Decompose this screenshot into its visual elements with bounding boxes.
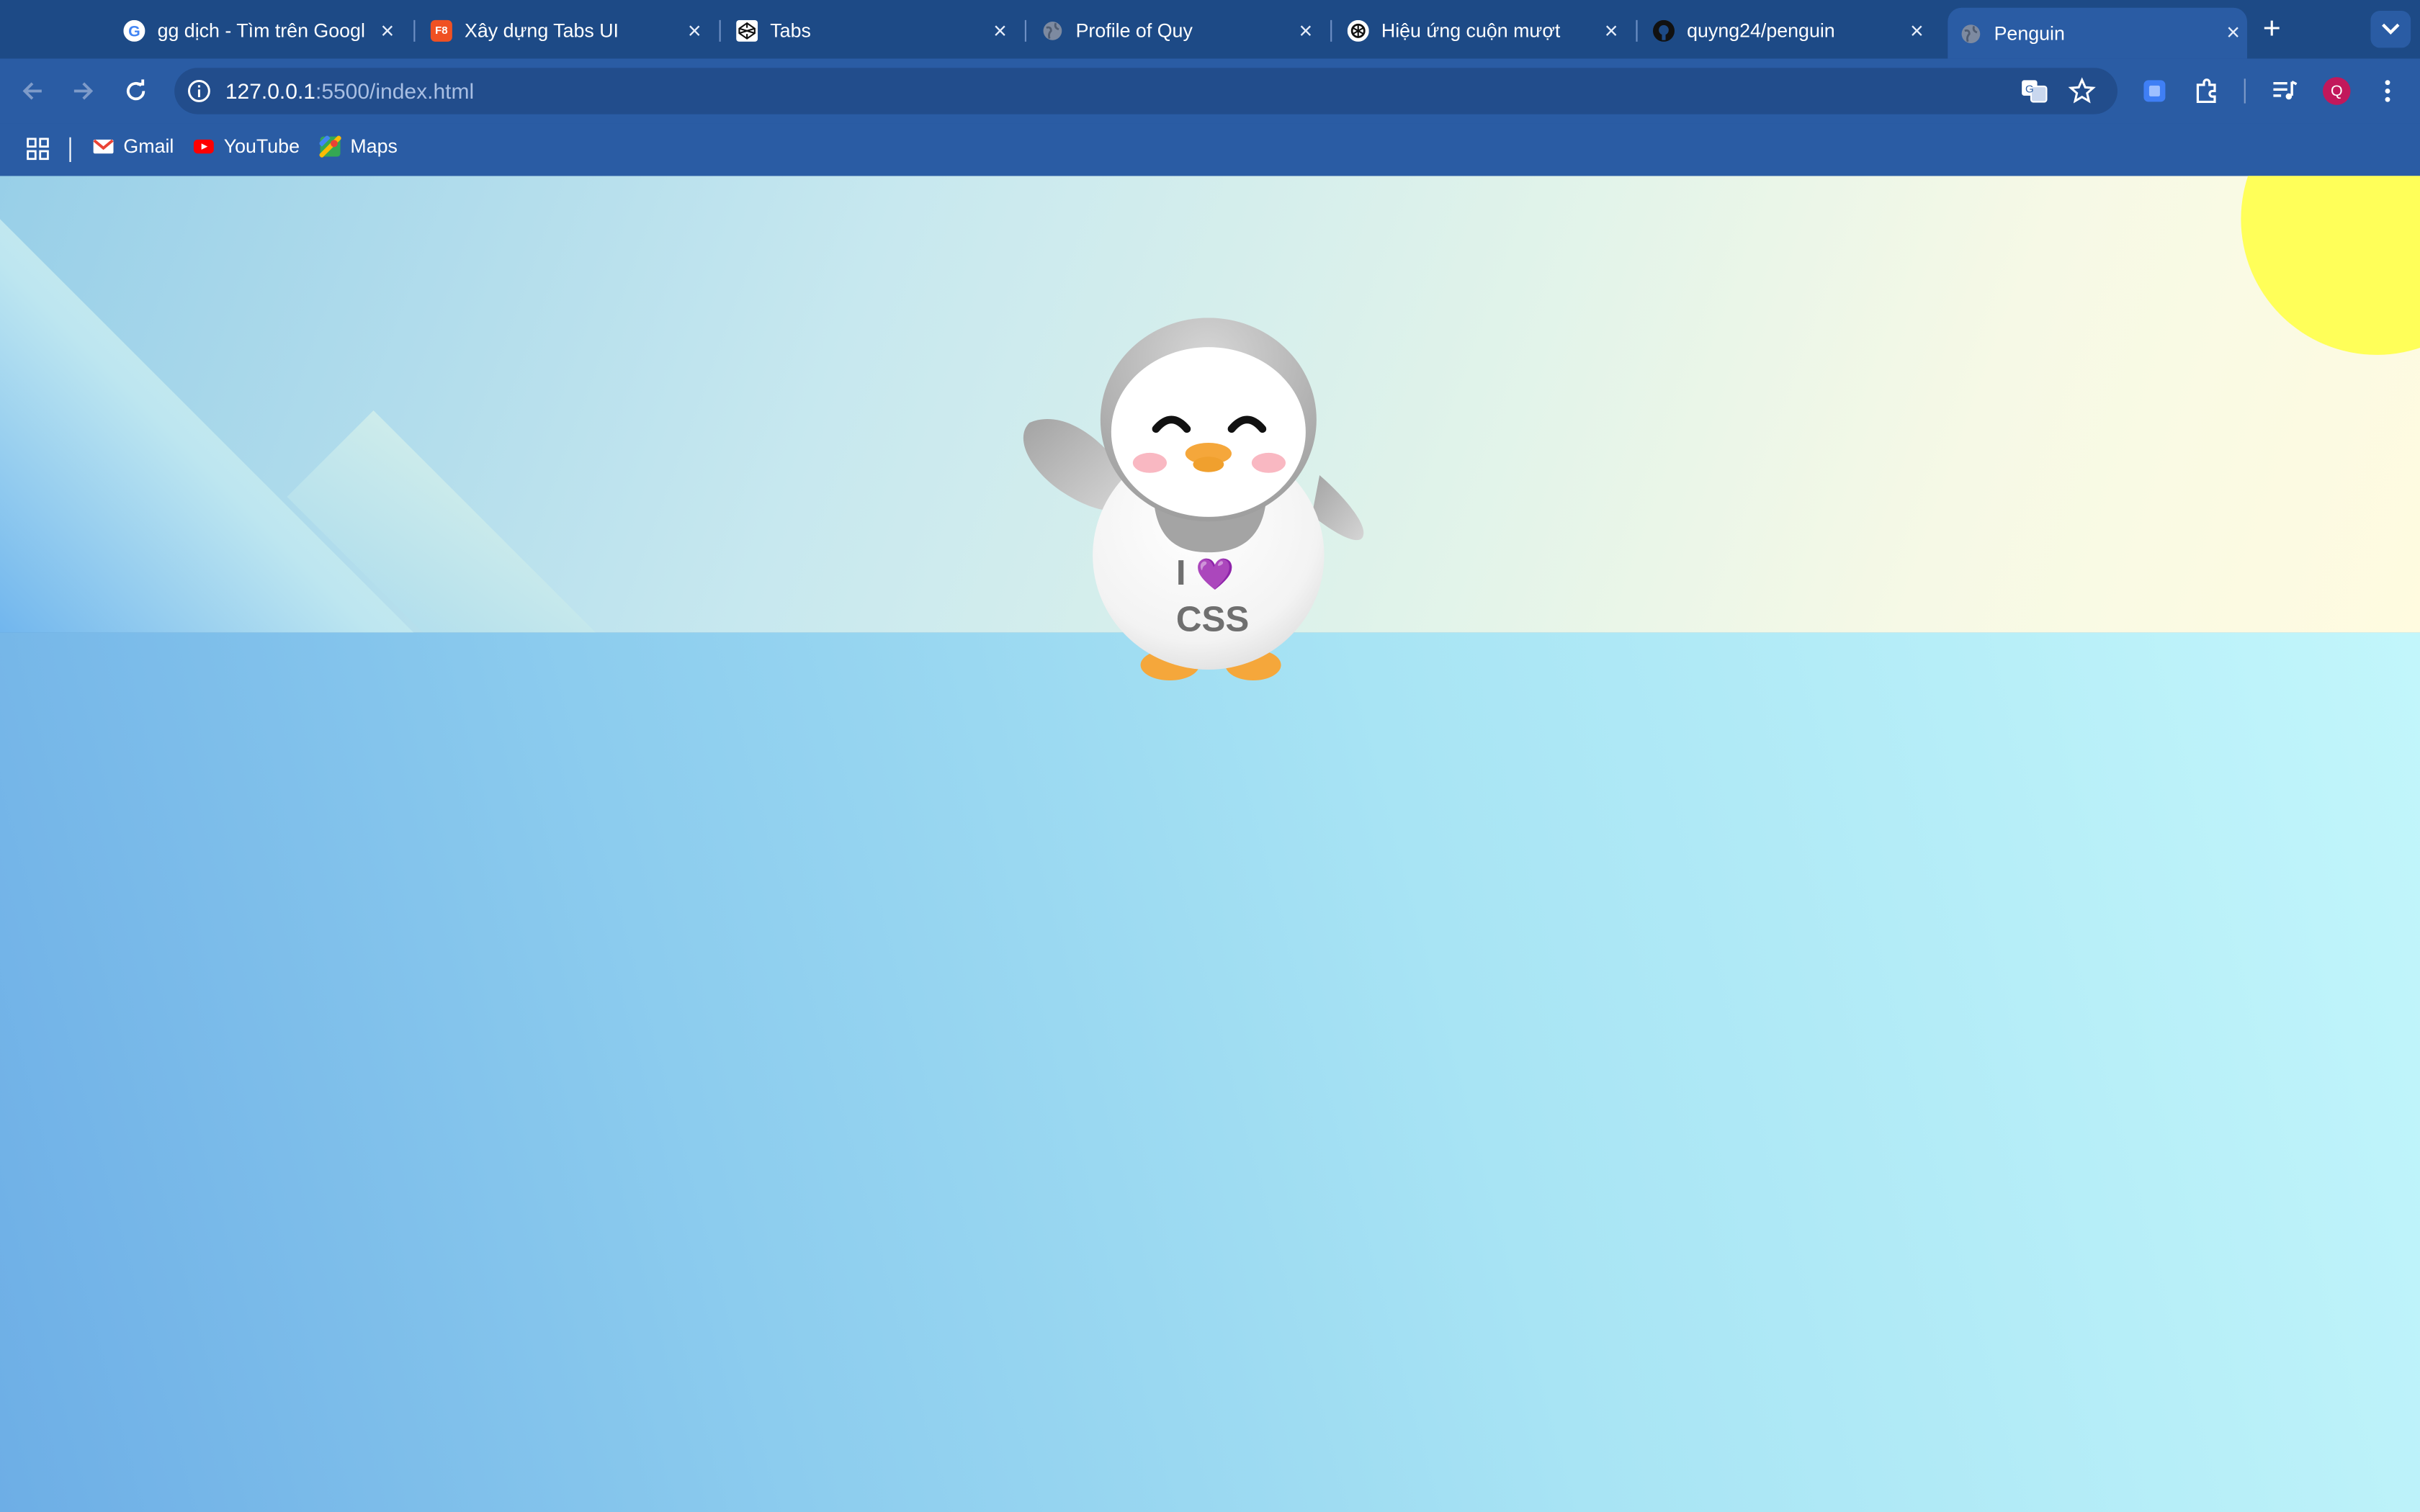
- extensions-menu-button[interactable]: [2192, 76, 2223, 107]
- close-icon[interactable]: ×: [681, 17, 709, 45]
- mountain-large: [0, 219, 414, 633]
- browser-menu-button[interactable]: [2372, 76, 2403, 107]
- github-icon: [1653, 19, 1675, 42]
- maps-icon: [319, 135, 341, 158]
- f8-logo-text: F8: [430, 19, 452, 42]
- chevron-down-icon: [2382, 23, 2400, 35]
- tab-title: Xây dựng Tabs UI: [465, 19, 619, 42]
- tab-smooth-scroll[interactable]: Hiệu ứng cuộn mượt ×: [1347, 8, 1626, 54]
- tab-title: quyng24/penguin: [1687, 19, 1835, 42]
- puzzle-icon: [2196, 78, 2216, 104]
- bookmarks-bar: Gmail YouTube Maps: [0, 123, 2420, 176]
- bookmark-label: YouTube: [223, 135, 300, 158]
- site-info-icon[interactable]: [187, 78, 211, 111]
- tab-title: Hiệu ứng cuộn mượt: [1381, 19, 1561, 42]
- penguin-beak-bottom: [1193, 456, 1224, 472]
- toolbar-divider: [2244, 78, 2246, 104]
- reload-icon: [126, 79, 145, 101]
- tab-separator: [1330, 19, 1332, 42]
- bookmark-label: Gmail: [123, 135, 174, 158]
- tab-search-button[interactable]: [2370, 11, 2411, 48]
- reload-button[interactable]: [120, 76, 151, 107]
- globe-icon: [1041, 20, 1063, 42]
- tab-tabs[interactable]: Tabs ×: [736, 8, 1014, 54]
- arrow-right-icon: [73, 82, 94, 100]
- svg-text:G: G: [128, 22, 140, 40]
- gmail-icon: [93, 139, 114, 154]
- shirt-text-i: I: [1175, 552, 1186, 593]
- media-control-button[interactable]: [2269, 76, 2300, 107]
- bookmark-label: Maps: [350, 135, 398, 158]
- back-button[interactable]: [17, 76, 48, 107]
- close-icon[interactable]: ×: [1292, 17, 1320, 45]
- avatar: Q: [2323, 77, 2351, 105]
- tab-separator: [413, 19, 416, 42]
- penguin-face: [1111, 347, 1306, 517]
- url-path: :5500/index.html: [315, 78, 475, 104]
- close-icon[interactable]: ×: [1597, 17, 1626, 45]
- sea: [0, 632, 2420, 1512]
- globe-icon: [1960, 22, 1981, 44]
- penguin-shirt-line2: CSS: [1175, 598, 1250, 639]
- arrow-left-icon: [22, 82, 42, 100]
- codepen-icon: [736, 19, 758, 42]
- tab-google-translate[interactable]: G gg dịch - Tìm trên Google ×: [123, 8, 401, 54]
- tab-github-penguin[interactable]: quyng24/penguin ×: [1653, 8, 1931, 54]
- bookmark-gmail[interactable]: Gmail: [93, 136, 174, 158]
- translate-icon[interactable]: G: [2020, 77, 2048, 112]
- toolbar: 127.0.0.1:5500/index.html G Q: [0, 58, 2420, 124]
- bookmark-youtube[interactable]: YouTube: [193, 136, 300, 158]
- tab-tabs-ui[interactable]: F8 Xây dựng Tabs UI ×: [430, 8, 709, 54]
- f8-icon: F8: [430, 19, 452, 42]
- tab-penguin-active[interactable]: Penguin ×: [1948, 7, 2247, 59]
- penguin-shirt-line1: I 💜: [1175, 552, 1234, 593]
- bookmark-star-icon[interactable]: [2068, 77, 2096, 112]
- tab-profile-of-quy[interactable]: Profile of Quy ×: [1041, 8, 1319, 54]
- tab-title: Penguin: [1994, 22, 2065, 45]
- penguin-right-cheek: [1251, 452, 1286, 473]
- tab-strip: G gg dịch - Tìm trên Google × F8 Xây dựn…: [0, 0, 2420, 59]
- youtube-icon: [193, 139, 214, 154]
- playlist-music-icon: [2273, 81, 2298, 100]
- tab-separator: [719, 19, 721, 42]
- svg-text:G: G: [2025, 84, 2034, 96]
- bookmarks-divider: [69, 137, 71, 162]
- url-text[interactable]: 127.0.0.1:5500/index.html: [225, 78, 474, 103]
- tab-title: Tabs: [770, 19, 811, 42]
- apps-grid-icon: [27, 138, 49, 161]
- penguin-left-cheek: [1132, 452, 1167, 473]
- tab-title: Profile of Quy: [1075, 19, 1193, 42]
- tab-title: gg dịch - Tìm trên Google: [157, 19, 364, 42]
- mountains: [0, 219, 596, 633]
- extension-app-icon: [2143, 80, 2166, 102]
- close-icon[interactable]: ×: [374, 17, 402, 45]
- new-tab-button[interactable]: +: [2255, 12, 2289, 46]
- bookmark-maps[interactable]: Maps: [319, 135, 398, 158]
- openai-icon: [1347, 19, 1369, 42]
- url-host: 127.0.0.1: [225, 78, 315, 104]
- close-icon[interactable]: ×: [2219, 19, 2247, 48]
- tab-separator: [1636, 19, 1638, 42]
- browser-window: G gg dịch - Tìm trên Google × F8 Xây dựn…: [0, 0, 2420, 1512]
- more-vert-icon: [2385, 80, 2390, 102]
- close-icon[interactable]: ×: [1903, 17, 1931, 45]
- google-icon: G: [123, 19, 145, 42]
- tab-separator: [1024, 19, 1026, 42]
- address-bar[interactable]: 127.0.0.1:5500/index.html G: [174, 68, 2118, 114]
- profile-avatar-button[interactable]: Q: [2321, 76, 2352, 107]
- penguin: I 💜 CSS: [1011, 318, 1381, 688]
- forward-button[interactable]: [68, 76, 99, 107]
- extension-button[interactable]: [2139, 76, 2170, 107]
- page-content: I 💜 CSS: [0, 176, 2420, 1512]
- purple-heart-icon: 💜: [1196, 558, 1234, 593]
- apps-button[interactable]: [26, 138, 49, 161]
- close-icon[interactable]: ×: [986, 17, 1014, 45]
